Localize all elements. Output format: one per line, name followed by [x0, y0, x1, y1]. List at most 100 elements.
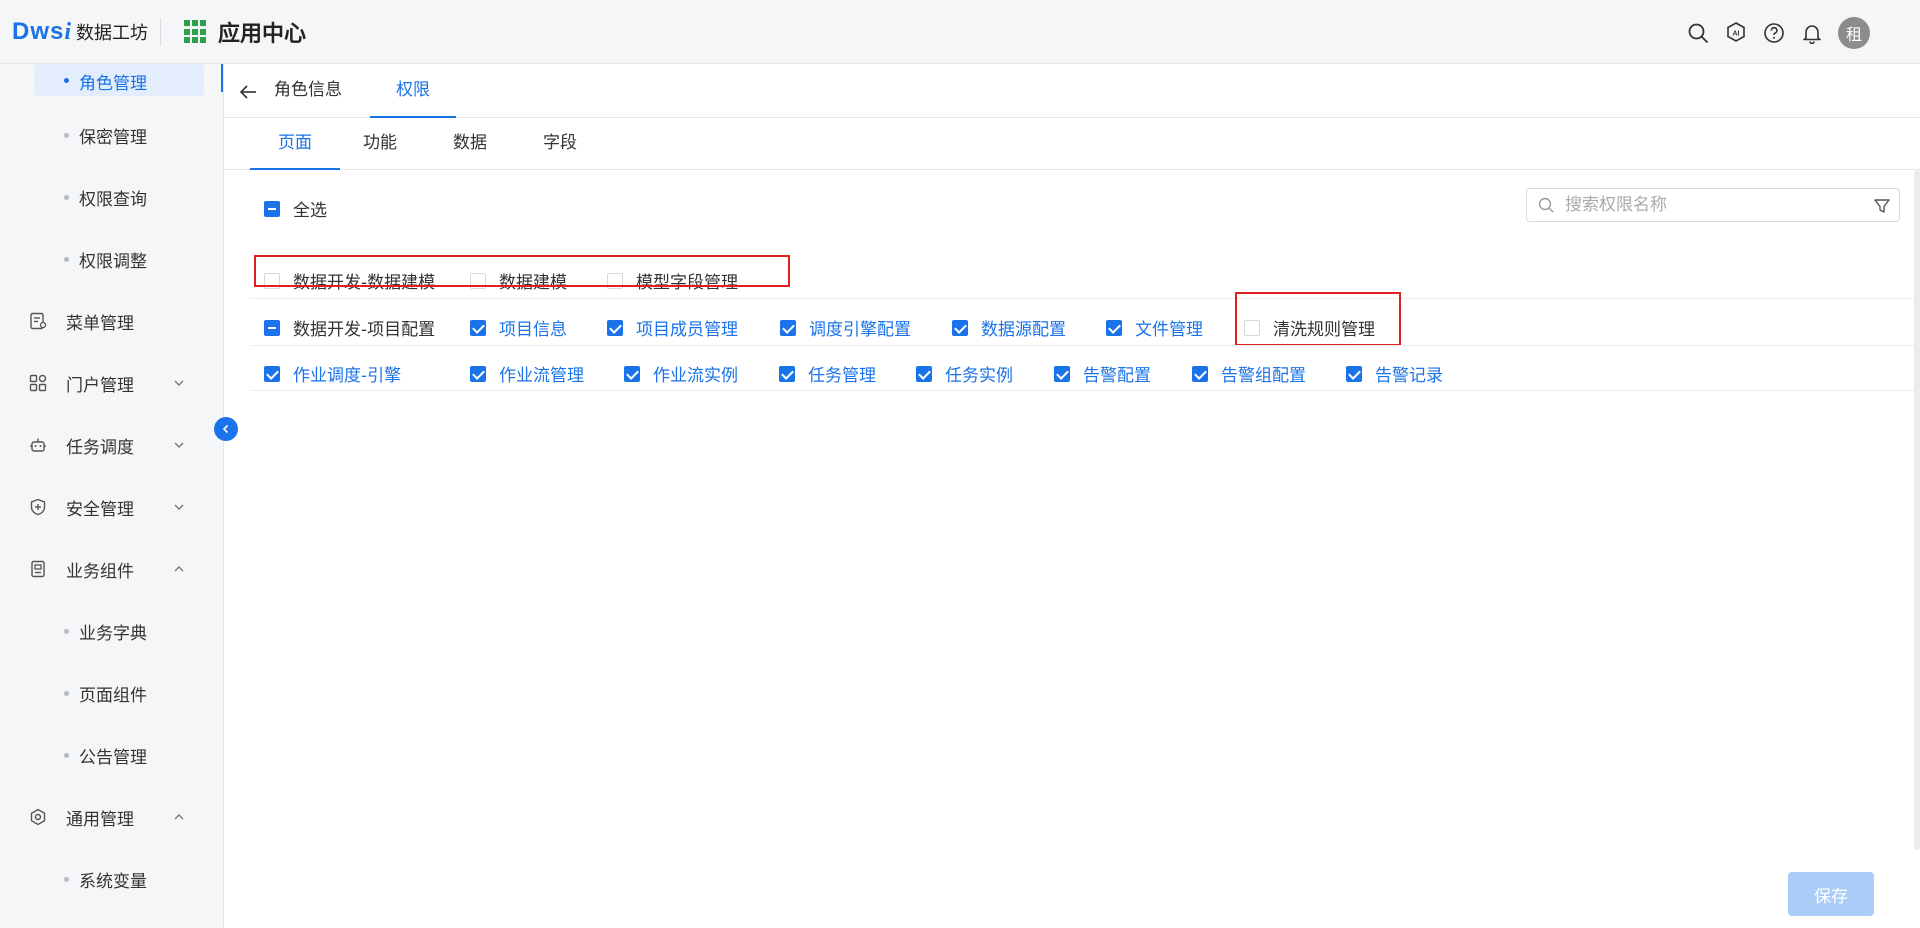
checkbox-label: 告警记录: [1375, 366, 1443, 386]
perm-data-modeling[interactable]: 数据建模: [470, 268, 567, 293]
sidebar-item-label: 任务调度: [66, 437, 134, 458]
logo-text: 数据工坊: [76, 23, 149, 44]
sidebar-item-announcement[interactable]: 公告管理: [0, 730, 223, 780]
checkbox-label: 调度引擎配置: [809, 320, 911, 340]
sidebar-item-label: 安全管理: [66, 499, 134, 520]
sidebar-item-label: 门户管理: [66, 375, 134, 396]
checkbox-unchecked: [607, 272, 623, 289]
app-center[interactable]: 应用中心: [184, 16, 306, 48]
perm-task-management[interactable]: 任务管理: [779, 361, 876, 386]
sidebar-item-label: 角色管理: [79, 73, 147, 94]
perm-alert-group-config[interactable]: 告警组配置: [1192, 361, 1306, 386]
bullet-icon: [64, 194, 69, 200]
chevron-down-icon: [172, 438, 186, 452]
checkbox-label: 文件管理: [1135, 320, 1203, 340]
checkbox-checked: [264, 365, 280, 382]
component-icon: [28, 559, 48, 579]
tab-page[interactable]: 页面: [250, 118, 340, 170]
checkbox-checked: [470, 319, 486, 336]
search-icon: [1537, 196, 1555, 214]
sidebar-item-label: 业务字典: [79, 623, 147, 644]
checkbox-label: 作业流管理: [499, 366, 584, 386]
checkbox-checked: [780, 319, 796, 336]
bullet-icon: [64, 690, 69, 696]
row-divider: [250, 345, 1920, 346]
perm-scheduler-engine-config[interactable]: 调度引擎配置: [780, 315, 911, 340]
bullet-icon: [64, 876, 69, 882]
sidebar-item-security-management[interactable]: 安全管理: [0, 482, 223, 532]
robot-icon: [28, 435, 48, 455]
scrollbar[interactable]: [1914, 170, 1920, 850]
search-icon[interactable]: [1686, 21, 1710, 45]
sidebar-item-label: 通用管理: [66, 809, 134, 830]
perm-data-dev-project-config[interactable]: 数据开发-项目配置: [264, 315, 435, 340]
sidebar-item-business-dictionary[interactable]: 业务字典: [0, 606, 223, 656]
checkbox-checked: [470, 365, 486, 382]
checkbox-label: 项目成员管理: [636, 320, 738, 340]
tab-field[interactable]: 字段: [530, 118, 590, 170]
filter-icon[interactable]: [1873, 197, 1891, 215]
sidebar-item-general-management[interactable]: 通用管理: [0, 792, 223, 842]
header-tabs: 角色信息 权限: [224, 64, 1920, 118]
sidebar-item-role-management[interactable]: 角色管理: [0, 64, 223, 98]
perm-datasource-config[interactable]: 数据源配置: [952, 315, 1066, 340]
checkbox-label: 模型字段管理: [636, 273, 738, 293]
checkbox-checked: [916, 365, 932, 382]
sidebar-item-permission-query[interactable]: 权限查询: [0, 172, 223, 222]
app-grid-icon: [184, 20, 208, 44]
tab-permissions[interactable]: 权限: [370, 64, 456, 118]
perm-workflow-instance[interactable]: 作业流实例: [624, 361, 738, 386]
help-icon[interactable]: [1762, 21, 1786, 45]
perm-alert-config[interactable]: 告警配置: [1054, 361, 1151, 386]
tab-data[interactable]: 数据: [440, 118, 500, 170]
perm-file-management[interactable]: 文件管理: [1106, 315, 1203, 340]
search-input[interactable]: [1565, 195, 1855, 215]
sidebar-item-label: 业务组件: [66, 561, 134, 582]
chevron-up-icon: [172, 562, 186, 576]
sidebar-item-page-components[interactable]: 页面组件: [0, 668, 223, 718]
ai-icon[interactable]: AI: [1724, 21, 1748, 45]
tab-function[interactable]: 功能: [350, 118, 410, 170]
perm-cleansing-rule-management[interactable]: 清洗规则管理: [1244, 315, 1375, 340]
perm-task-instance[interactable]: 任务实例: [916, 361, 1013, 386]
perm-alert-records[interactable]: 告警记录: [1346, 361, 1443, 386]
main-content: 角色信息 权限 页面 功能 数据 字段 全选 数据开发-数据建模 数据建模 模型…: [224, 64, 1920, 928]
sidebar-item-label: 保密管理: [79, 127, 147, 148]
sidebar-collapse-button[interactable]: [214, 417, 238, 441]
sidebar-item-portal-management[interactable]: 门户管理: [0, 358, 223, 408]
perm-data-dev-modeling[interactable]: 数据开发-数据建模: [264, 268, 435, 293]
app-center-label: 应用中心: [218, 22, 307, 47]
checkbox-indeterminate: [264, 319, 280, 336]
select-all-checkbox[interactable]: 全选: [264, 196, 327, 221]
checkbox-label: 任务实例: [945, 366, 1013, 386]
perm-project-member-management[interactable]: 项目成员管理: [607, 315, 738, 340]
checkbox-label: 作业流实例: [653, 366, 738, 386]
perm-project-info[interactable]: 项目信息: [470, 315, 567, 340]
perm-job-scheduling-engine[interactable]: 作业调度-引擎: [264, 361, 401, 386]
sidebar-item-business-components[interactable]: 业务组件: [0, 544, 223, 594]
perm-workflow-management[interactable]: 作业流管理: [470, 361, 584, 386]
bullet-icon: [64, 752, 69, 758]
sidebar-item-menu-management[interactable]: 菜单管理: [0, 296, 223, 346]
chevron-down-icon: [172, 376, 186, 390]
menu-doc-icon: [28, 311, 48, 331]
bullet-icon: [64, 78, 69, 83]
sidebar-item-task-scheduling[interactable]: 任务调度: [0, 420, 223, 470]
checkbox-unchecked: [264, 272, 280, 289]
perm-model-field-management[interactable]: 模型字段管理: [607, 268, 738, 293]
bullet-icon: [64, 132, 69, 138]
save-button[interactable]: 保存: [1788, 872, 1874, 916]
tab-role-info[interactable]: 角色信息: [274, 64, 364, 118]
sub-tabs: 页面 功能 数据 字段: [224, 118, 1920, 170]
logo[interactable]: Dwsi 数据工坊: [12, 14, 148, 50]
sidebar-item-permission-adjust[interactable]: 权限调整: [0, 234, 223, 284]
settings-icon: [28, 807, 48, 827]
back-arrow-icon[interactable]: [238, 82, 258, 102]
permission-search: [1526, 188, 1900, 222]
bell-icon[interactable]: [1800, 21, 1824, 45]
checkbox-label: 清洗规则管理: [1273, 320, 1375, 340]
sidebar-item-confidential[interactable]: 保密管理: [0, 110, 223, 160]
checkbox-checked: [624, 365, 640, 382]
avatar[interactable]: 租: [1838, 17, 1870, 49]
sidebar-item-system-variables[interactable]: 系统变量: [0, 854, 223, 904]
